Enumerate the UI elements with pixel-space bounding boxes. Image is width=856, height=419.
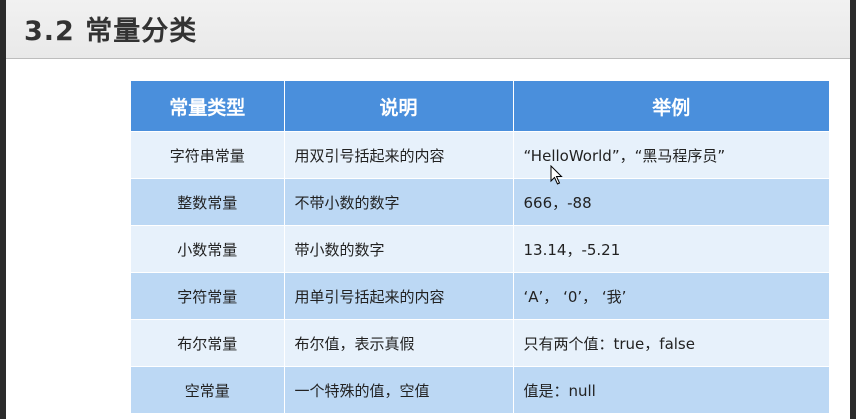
- constant-table: 常量类型 说明 举例 字符串常量 用双引号括起来的内容 “HelloWorld”…: [131, 81, 829, 413]
- description-cell: 用双引号括起来的内容: [284, 131, 514, 179]
- page-title: 3.2 常量分类: [24, 16, 198, 47]
- table-row: 整数常量 不带小数的数字 666，-88: [131, 178, 829, 226]
- example-cell: ‘A’， ‘0’， ‘我’: [513, 272, 829, 320]
- header-example: 举例: [513, 81, 829, 132]
- table-row: 空常量 一个特殊的值，空值 值是：null: [131, 366, 829, 413]
- right-window-edge: [850, 0, 856, 419]
- description-cell: 不带小数的数字: [284, 178, 514, 226]
- type-cell: 整数常量: [131, 178, 285, 226]
- example-cell: 值是：null: [513, 366, 829, 413]
- type-cell: 字符常量: [131, 272, 285, 320]
- description-cell: 一个特殊的值，空值: [284, 366, 514, 413]
- description-cell: 用单引号括起来的内容: [284, 272, 514, 320]
- header-description: 说明: [284, 81, 514, 132]
- table-header-row: 常量类型 说明 举例: [131, 81, 829, 132]
- type-cell: 小数常量: [131, 225, 285, 273]
- type-cell: 字符串常量: [131, 131, 285, 179]
- left-window-edge: [0, 0, 6, 419]
- mouse-pointer-icon: [550, 165, 563, 185]
- type-cell: 空常量: [131, 366, 285, 413]
- example-cell: 13.14，-5.21: [513, 225, 829, 273]
- title-bar: 3.2 常量分类: [0, 0, 856, 59]
- example-cell: 只有两个值：true，false: [513, 319, 829, 367]
- header-type: 常量类型: [131, 81, 285, 132]
- table-row: 小数常量 带小数的数字 13.14，-5.21: [131, 225, 829, 273]
- table-row: 字符串常量 用双引号括起来的内容 “HelloWorld”，“黑马程序员”: [131, 131, 829, 179]
- description-cell: 带小数的数字: [284, 225, 514, 273]
- slide: 3.2 常量分类 常量类型 说明 举例 字符串常量 用双引号括起来的内容 “He…: [0, 0, 856, 419]
- description-cell: 布尔值，表示真假: [284, 319, 514, 367]
- table-row: 布尔常量 布尔值，表示真假 只有两个值：true，false: [131, 319, 829, 367]
- table-row: 字符常量 用单引号括起来的内容 ‘A’， ‘0’， ‘我’: [131, 272, 829, 320]
- example-cell: 666，-88: [513, 178, 829, 226]
- type-cell: 布尔常量: [131, 319, 285, 367]
